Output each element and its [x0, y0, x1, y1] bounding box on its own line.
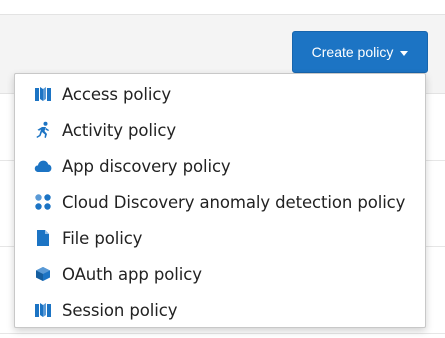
anomaly-detection-icon: [34, 193, 52, 211]
menu-item-access-policy[interactable]: Access policy: [15, 76, 425, 112]
session-policy-icon: [34, 301, 52, 319]
access-policy-icon: [34, 85, 52, 103]
menu-item-app-discovery-policy[interactable]: App discovery policy: [15, 148, 425, 184]
divider: [0, 333, 445, 334]
caret-down-icon: [400, 50, 409, 56]
cloud-icon: [34, 157, 52, 175]
create-policy-menu: Access policy Activity policy App discov…: [14, 73, 426, 328]
menu-item-label: Access policy: [62, 84, 172, 104]
menu-item-label: Cloud Discovery anomaly detection policy: [62, 192, 406, 212]
menu-item-oauth-app-policy[interactable]: OAuth app policy: [15, 256, 425, 292]
page: Create policy Access policy Activity pol…: [0, 0, 445, 338]
menu-item-anomaly-detection-policy[interactable]: Cloud Discovery anomaly detection policy: [15, 184, 425, 220]
menu-item-session-policy[interactable]: Session policy: [15, 292, 425, 328]
activity-policy-icon: [34, 121, 52, 139]
menu-item-label: OAuth app policy: [62, 264, 202, 284]
menu-item-activity-policy[interactable]: Activity policy: [15, 112, 425, 148]
menu-item-label: Activity policy: [62, 120, 177, 140]
create-policy-button[interactable]: Create policy: [292, 31, 428, 73]
create-policy-label: Create policy: [311, 44, 394, 60]
file-icon: [34, 229, 52, 247]
menu-item-file-policy[interactable]: File policy: [15, 220, 425, 256]
menu-item-label: App discovery policy: [62, 156, 231, 176]
menu-item-label: File policy: [62, 228, 143, 248]
menu-item-label: Session policy: [62, 300, 178, 320]
oauth-app-icon: [34, 265, 52, 283]
